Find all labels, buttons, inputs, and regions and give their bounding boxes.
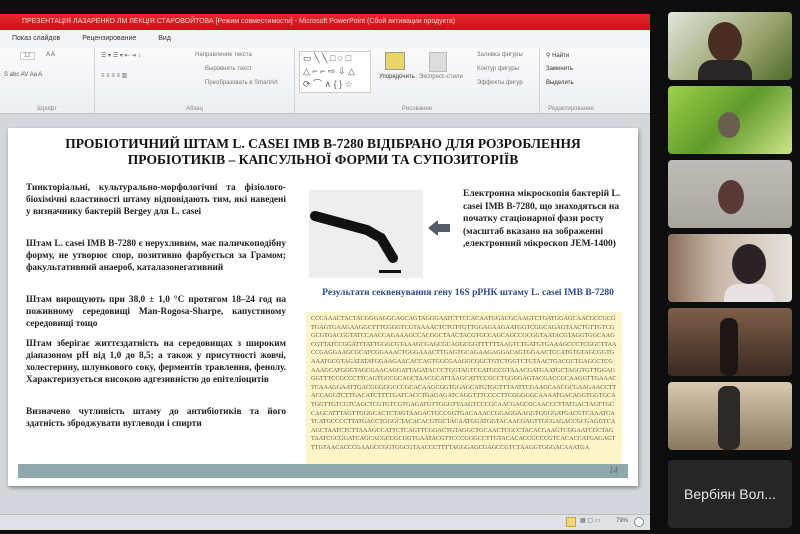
- participant-avatar: [718, 180, 744, 214]
- align-icons[interactable]: ≡ ≡ ≡ ≡ ▥: [101, 72, 127, 79]
- slide-footer-bar: 14: [18, 464, 628, 478]
- smartart-button[interactable]: Преобразовать в SmartArt: [205, 80, 278, 86]
- tab-slideshow[interactable]: Показ слайдов: [12, 30, 60, 48]
- arrow-left-icon: [428, 220, 438, 236]
- zoom-out-icon[interactable]: [634, 517, 644, 527]
- participant-figure: [718, 386, 740, 450]
- sequence-text: CCCAAACTACTACGGGAGGCAGCAGTAGGGAATCTTCCAC…: [306, 312, 622, 466]
- drawing-group-label: Рисование: [401, 106, 433, 112]
- shape-outline-button[interactable]: Контур фигуры: [477, 66, 519, 72]
- participant-body: [724, 284, 774, 302]
- slide-paragraph: Штам вирощують при 38,0 ± 1,0 °С протяго…: [26, 295, 286, 329]
- shape-effects-button[interactable]: Эффекты фигур: [477, 80, 523, 86]
- font-group: 12 A A S abc AV Aa A Шрифт: [0, 48, 95, 114]
- drawing-group: ▭ ╲ ╲ □ ○ □ △ ⌐ ⌐ ⇨ ⇩ △ ⟳ ⌒ ∧ { } ☆ Упоряд…: [295, 48, 540, 114]
- micrograph-caption: Електронна мікроскопія бактерій L. casei…: [463, 189, 621, 249]
- sequence-title: Результати секвенування гену 16S рРНК шт…: [322, 288, 614, 298]
- align-text-button[interactable]: Выровнять текст: [205, 66, 252, 72]
- participant-video[interactable]: [668, 12, 792, 80]
- slide[interactable]: ПРОБІОТИЧНИЙ ШТАМ L. CASEI IMB B-7280 ВІ…: [8, 128, 638, 486]
- slide-paragraph: Тинкторіальні, культурально-морфологічні…: [26, 183, 286, 217]
- participant-figure: [720, 318, 738, 376]
- normal-view-icon[interactable]: [566, 517, 576, 527]
- slide-editing-area: ПРОБІОТИЧНИЙ ШТАМ L. CASEI IMB B-7280 ВІ…: [0, 114, 650, 514]
- powerpoint-window: ПРЕЗЕНТАЦІЯ ЛАЗАРЕНКО ЛМ ЛЕКЦІЯ СТАРОВОЙ…: [0, 14, 650, 530]
- shape-fill-button[interactable]: Заливка фигуры: [477, 52, 523, 58]
- participant-avatar: [718, 112, 740, 138]
- participant-video[interactable]: [668, 308, 792, 376]
- list-icons[interactable]: ☰ ▾ ☰ ▾ ⇤ ⇥ ↕: [101, 52, 141, 59]
- participant-body: [698, 60, 752, 80]
- electron-micrograph: [309, 190, 423, 278]
- paragraph-group: ☰ ▾ ☰ ▾ ⇤ ⇥ ↕ ≡ ≡ ≡ ≡ ▥ Направление текс…: [95, 48, 295, 114]
- text-direction-button[interactable]: Направление текста: [195, 52, 252, 58]
- bacteria-image: [310, 211, 401, 273]
- zoom-level[interactable]: 79%: [616, 518, 628, 524]
- ribbon-tabs: Показ слайдов Рецензирование Вид: [0, 30, 650, 48]
- grow-font-icon[interactable]: A A: [46, 52, 55, 58]
- window-title: ПРЕЗЕНТАЦІЯ ЛАЗАРЕНКО ЛМ ЛЕКЦІЯ СТАРОВОЙ…: [0, 14, 650, 30]
- select-button[interactable]: Выделить: [546, 80, 574, 86]
- participant-avatar: [708, 22, 742, 62]
- slide-paragraph: Штам L. casei IMB B-7280 є нерухливим, м…: [26, 239, 286, 273]
- quick-styles-button[interactable]: Экспресс-стили: [419, 74, 463, 80]
- paragraph-group-label: Абзац: [186, 106, 203, 112]
- tab-review[interactable]: Рецензирование: [82, 30, 136, 48]
- arrange-button[interactable]: Упорядочить: [379, 74, 415, 80]
- arrow-tail: [438, 224, 450, 232]
- font-group-label: Шрифт: [37, 106, 57, 112]
- participant-avatar: [732, 244, 766, 284]
- editing-group: ⚲ Найти Заменить Выделить Редактирование: [540, 48, 602, 114]
- participant-video[interactable]: [668, 86, 792, 154]
- editing-group-label: Редактирование: [548, 106, 594, 112]
- view-buttons-icons[interactable]: ▦ ▢ ▭: [580, 517, 600, 524]
- slide-title: ПРОБІОТИЧНИЙ ШТАМ L. CASEI IMB B-7280 ВІ…: [65, 136, 581, 167]
- arrange-icon[interactable]: [385, 52, 405, 70]
- tab-view[interactable]: Вид: [158, 30, 171, 48]
- slide-paragraph: Штам зберігає життєздатність на середови…: [26, 339, 286, 385]
- replace-button[interactable]: Заменить: [546, 66, 573, 72]
- status-bar: ▦ ▢ ▭ 79%: [0, 514, 650, 530]
- participant-name-tile[interactable]: Вербіян Вол...: [668, 460, 792, 528]
- slide-number: 14: [609, 465, 618, 475]
- shapes-gallery[interactable]: ▭ ╲ ╲ □ ○ □ △ ⌐ ⌐ ⇨ ⇩ △ ⟳ ⌒ ∧ { } ☆: [299, 51, 371, 93]
- find-label: Найти: [552, 53, 570, 59]
- slide-paragraph: Визначено чутливість штаму до антибіотик…: [26, 407, 286, 429]
- find-button[interactable]: ⚲ Найти: [546, 52, 569, 59]
- participant-video[interactable]: [668, 234, 792, 302]
- participant-video[interactable]: [668, 160, 792, 228]
- participant-name: Вербіян Вол...: [684, 486, 776, 502]
- quick-styles-icon[interactable]: [429, 52, 447, 72]
- participant-video[interactable]: [668, 382, 792, 450]
- ribbon: 12 A A S abc AV Aa A Шрифт ☰ ▾ ☰ ▾ ⇤ ⇥ ↕…: [0, 48, 650, 114]
- font-format-icons[interactable]: S abc AV Aa A: [4, 72, 42, 78]
- font-size-select[interactable]: 12: [20, 52, 35, 60]
